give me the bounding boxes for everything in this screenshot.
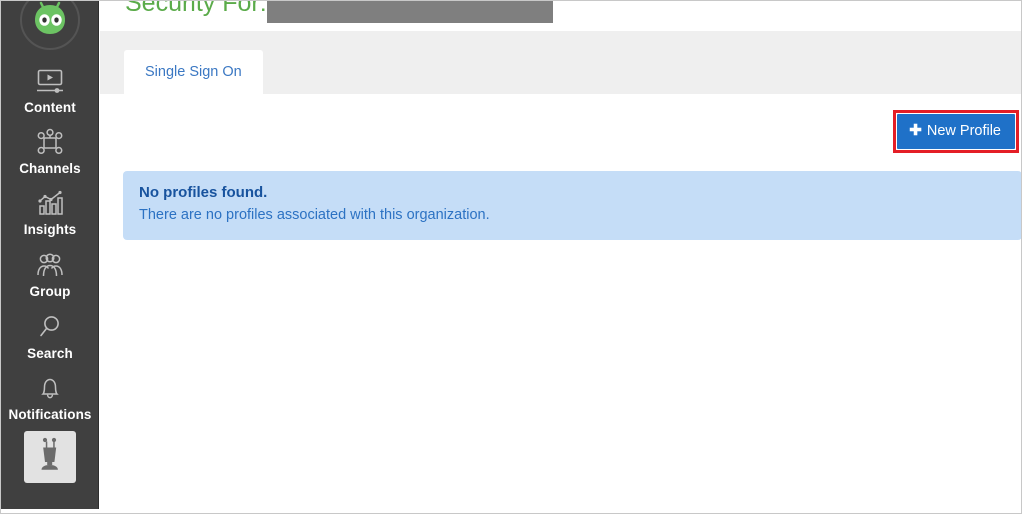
no-profiles-alert: No profiles found. There are no profiles… [123,171,1021,240]
main-content-area: Security For: Single Sign On ✚ New Profil… [100,1,1021,513]
new-profile-button[interactable]: ✚ New Profile [897,114,1015,149]
sidebar-item-content[interactable]: Content [1,65,98,116]
alert-title: No profiles found. [139,184,268,201]
sidebar-item-label: Content [24,100,76,115]
sidebar-item-search[interactable]: Search [1,311,98,362]
brand-avatar[interactable] [20,1,80,50]
page-header: Security For: [100,1,1021,31]
tab-panel-single-sign-on: ✚ New Profile No profiles found. There ar… [100,94,1021,513]
alert-message: There are no profiles associated with th… [139,207,490,223]
content-toolbar: ✚ New Profile [100,94,1021,166]
sidebar-navigation: Content Channels Insights Group Search N… [1,1,99,509]
network-nodes-icon [1,126,98,160]
bell-icon [1,372,98,406]
green-robot-avatar-icon [28,1,72,45]
magnifier-icon [1,311,98,345]
bar-chart-trend-icon [1,187,98,221]
sidebar-item-label: Notifications [8,407,92,422]
tab-bar: Single Sign On [100,31,1021,94]
plus-icon: ✚ [909,122,922,139]
sidebar-item-group[interactable]: Group [1,249,98,300]
application-window: Content Channels Insights Group Search N… [0,0,1022,514]
sidebar-item-insights[interactable]: Insights [1,187,98,238]
new-profile-button-label: New Profile [926,123,1001,139]
sidebar-item-channels[interactable]: Channels [1,126,98,177]
sidebar-item-label: Channels [19,161,81,176]
people-group-icon [1,249,98,283]
redacted-organization-name [267,1,553,23]
new-profile-highlight-annotation: ✚ New Profile [893,110,1019,153]
sidebar-item-label: Group [29,284,71,299]
tab-single-sign-on[interactable]: Single Sign On [124,50,263,94]
sidebar-item-label: Insights [23,222,77,237]
user-profile-tile[interactable] [24,431,76,483]
sidebar-item-label: Search [27,346,73,361]
robot-user-avatar-icon [30,435,70,480]
sidebar-item-notifications[interactable]: Notifications [1,372,98,423]
video-monitor-icon [1,65,98,99]
page-title: Security For: [125,1,267,17]
tab-label: Single Sign On [145,64,242,80]
